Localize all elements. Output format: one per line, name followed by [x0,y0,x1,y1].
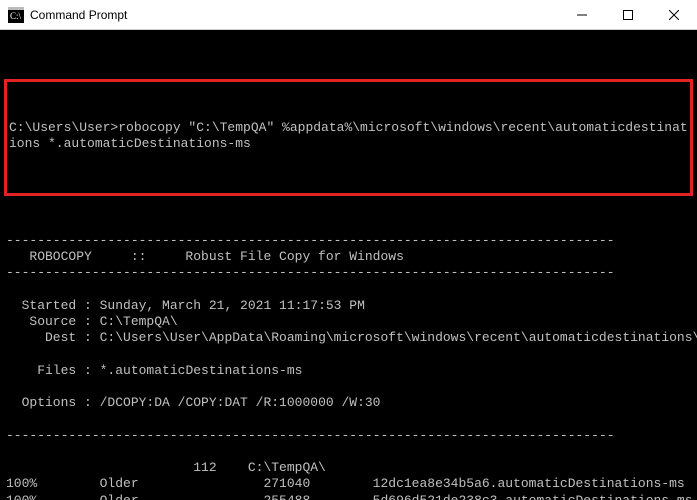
window-controls [559,0,697,29]
dest-value: C:\Users\User\AppData\Roaming\microsoft\… [92,330,697,345]
separator: ----------------------------------------… [6,428,615,443]
titlebar: C:\ Command Prompt [0,0,697,30]
separator: ----------------------------------------… [6,265,615,280]
files-value: *.automaticDestinations-ms [92,363,303,378]
file-rows: 100% Older 271040 12dc1ea8e34b5a6.automa… [6,476,691,500]
source-label: Source : [6,314,92,329]
close-button[interactable] [651,0,697,29]
robocopy-header: ROBOCOPY :: Robust File Copy for Windows [6,249,404,264]
maximize-button[interactable] [605,0,651,29]
robocopy-output: ----------------------------------------… [0,216,697,500]
options-label: Options : [6,395,92,410]
dest-label: Dest : [6,330,92,345]
started-value: Sunday, March 21, 2021 11:17:53 PM [92,298,365,313]
separator: ----------------------------------------… [6,233,615,248]
started-label: Started : [6,298,92,313]
command-highlight: C:\Users\User>robocopy "C:\TempQA" %appd… [4,79,693,197]
command-line: C:\Users\User>robocopy "C:\TempQA" %appd… [9,120,688,153]
window-title: Command Prompt [30,8,559,22]
prompt-path: C:\Users\User> [9,120,118,135]
terminal-output[interactable]: C:\Users\User>robocopy "C:\TempQA" %appd… [0,30,697,500]
files-label: Files : [6,363,92,378]
dir-line: 112 C:\TempQA\ [6,460,326,475]
options-value: /DCOPY:DA /COPY:DAT /R:1000000 /W:30 [92,395,381,410]
minimize-button[interactable] [559,0,605,29]
svg-text:C:\: C:\ [10,11,22,21]
command-prompt-icon: C:\ [8,7,24,23]
source-value: C:\TempQA\ [92,314,178,329]
